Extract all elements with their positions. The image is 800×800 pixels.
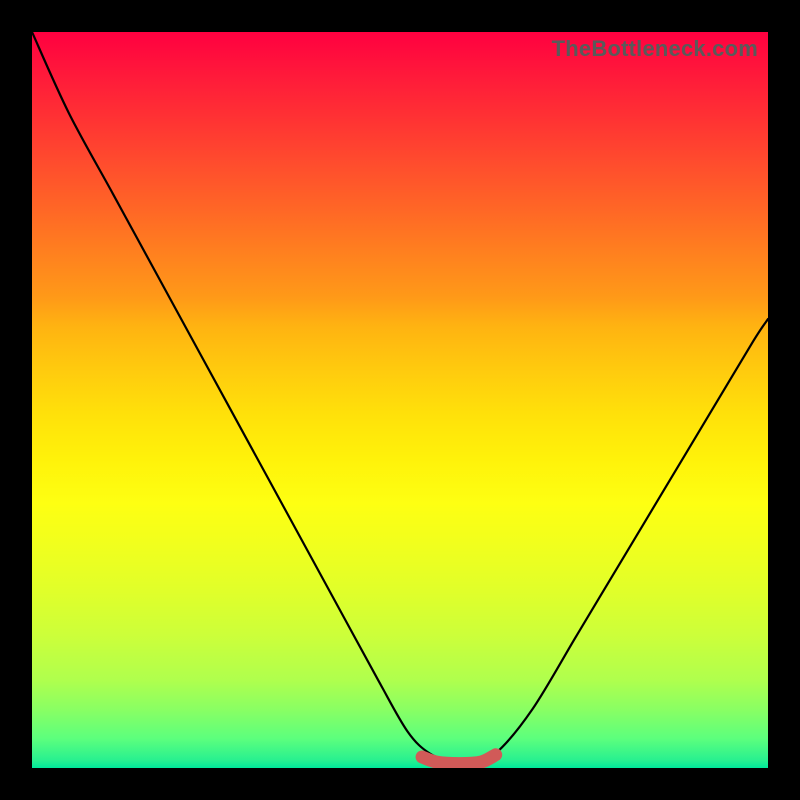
- curve-layer: [32, 32, 768, 768]
- bottleneck-curve: [32, 32, 768, 762]
- flat-region-marker: [422, 755, 496, 764]
- plot-area: TheBottleneck.com: [32, 32, 768, 768]
- chart-frame: TheBottleneck.com: [0, 0, 800, 800]
